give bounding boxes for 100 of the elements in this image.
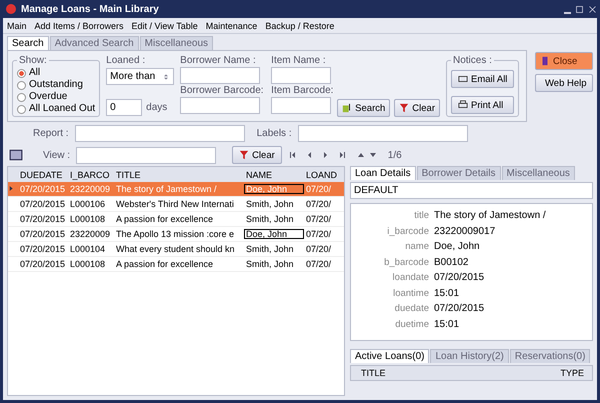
field-label: Borrower Name : — [180, 55, 257, 66]
input-field[interactable] — [180, 97, 260, 114]
column-header[interactable]: NAME — [244, 170, 304, 180]
help-button[interactable]: Web Help — [535, 74, 593, 92]
table-cell-text: 07/20/2015 — [19, 199, 66, 209]
table-cell-text: Webster's Third New Internati — [115, 199, 235, 209]
column-header[interactable]: I_BARCO — [68, 170, 114, 180]
record-count: 1/6 — [388, 150, 402, 160]
table-cell-text: 07/20/2015 — [19, 214, 66, 224]
menu-item[interactable]: Edit / View Table — [132, 20, 198, 30]
notice-button[interactable]: Email All — [450, 70, 514, 88]
input-field[interactable] — [271, 97, 332, 114]
row-pointer-icon — [8, 185, 15, 192]
table-cell-text: 07/20/2015 — [19, 229, 66, 239]
funnel-icon — [239, 150, 250, 160]
input-field[interactable] — [271, 67, 332, 84]
table-cell-text: 07/20/ — [305, 244, 332, 254]
table-cell-text: 07/20/ — [305, 184, 332, 194]
column-header[interactable]: TITLE — [114, 170, 244, 180]
column-header[interactable]: DUEDATE — [18, 170, 68, 180]
printer-icon — [458, 100, 468, 110]
days-spinner[interactable]: 0 — [106, 99, 142, 116]
detail-key: i_barcode — [351, 226, 429, 237]
column-header[interactable]: LOAND — [304, 170, 344, 180]
table-cell: Doe, John — [244, 229, 304, 239]
window-title: Manage Loans - Main Library — [21, 4, 160, 14]
tab[interactable]: Loan Details — [350, 166, 416, 180]
table-row[interactable]: 07/20/2015 23220009 The Apollo 13 mission :core e Doe, John 07/20/ — [8, 227, 344, 242]
notice-button[interactable]: Print All — [450, 96, 514, 114]
field-label: Report : — [33, 128, 69, 138]
menu-item[interactable]: Backup / Restore — [265, 20, 334, 30]
detail-value: 15:01 — [434, 318, 460, 330]
menu-item[interactable]: Add Items / Borrowers — [34, 20, 124, 30]
table-cell-text: A passion for excellence — [115, 259, 214, 269]
clear-button[interactable]: Clear — [232, 146, 282, 164]
close-icon — [588, 4, 597, 14]
labels-dropdown[interactable] — [298, 124, 468, 142]
menu-item[interactable]: Main — [7, 20, 27, 30]
table-cell-text: A passion for excellence — [115, 214, 214, 224]
navigation-icon — [288, 149, 378, 161]
tab[interactable]: Borrower Details — [416, 166, 501, 180]
column-header[interactable]: TITLE — [359, 368, 386, 378]
table-cell-text: Smith, John — [245, 199, 295, 209]
detail-value: B00102 — [434, 256, 470, 268]
field-label: Item Barcode: — [271, 85, 332, 96]
table-cell-text: The Apollo 13 mission :core e — [115, 229, 236, 239]
column-header[interactable]: TYPE — [558, 368, 584, 378]
table-cell-text: 07/20/ — [305, 199, 332, 209]
table-cell-text: Smith, John — [245, 259, 295, 269]
spinner-arrows-icon — [162, 72, 170, 80]
field-label: days — [146, 102, 168, 113]
report-dropdown[interactable] — [74, 124, 245, 142]
detail-value: 07/20/2015 — [434, 272, 486, 284]
detail-key: loantime — [351, 288, 429, 299]
radio-option[interactable]: All — [17, 67, 96, 79]
detail-value: Doe, John — [434, 241, 481, 252]
loaned-dropdown[interactable]: More than — [106, 68, 174, 85]
detail-key: b_barcode — [351, 256, 429, 268]
table-cell-text: Smith, John — [245, 214, 295, 224]
group-label: Show: — [18, 55, 48, 66]
table-cell-text: 07/20/2015 — [19, 184, 66, 194]
close-button[interactable]: Close — [535, 52, 593, 70]
input-field[interactable] — [180, 67, 260, 84]
radio-option[interactable]: Outstanding — [17, 79, 96, 91]
detail-value: 23220009017 — [434, 226, 496, 237]
field-label: Item Name : — [271, 55, 327, 66]
tab[interactable]: Miscellaneous — [502, 166, 575, 180]
radio-option[interactable]: Overdue — [17, 91, 96, 103]
search-button[interactable]: Search — [337, 99, 390, 117]
app-icon — [5, 3, 17, 15]
detail-key: duetime — [351, 318, 429, 330]
table-cell-text: L000108 — [69, 259, 106, 269]
radio-option[interactable]: All Loaned Out — [17, 103, 96, 115]
minimize-icon — [564, 12, 571, 14]
detail-value: 07/20/2015 — [434, 303, 486, 314]
clear-button[interactable]: Clear — [394, 99, 440, 117]
table-cell-text: 23220009 — [69, 184, 112, 194]
table-cell-text: 07/20/2015 — [19, 244, 66, 254]
group-label: Notices : — [452, 55, 493, 66]
table-cell: Doe, John — [244, 184, 304, 194]
detail-key: duedate — [351, 303, 429, 314]
tab[interactable]: Reservations(0) — [510, 349, 590, 363]
table-cell-text: What every student should kn — [115, 244, 236, 254]
tab[interactable]: Active Loans(0) — [350, 349, 430, 363]
detail-value: The story of Jamestown / — [434, 210, 547, 222]
table-cell-text: L000104 — [69, 244, 106, 254]
menu-item[interactable]: Maintenance — [206, 20, 258, 30]
view-dropdown[interactable] — [76, 146, 216, 164]
layout-dropdown[interactable]: DEFAULT — [350, 182, 593, 199]
tab[interactable]: Loan History(2) — [430, 349, 509, 363]
table-cell-text: Smith, John — [245, 244, 295, 254]
tab[interactable]: Advanced Search — [50, 36, 139, 50]
table-cell-text: 23220009 — [69, 229, 112, 239]
funnel-icon — [399, 103, 410, 113]
field-label: View : — [43, 150, 70, 160]
tab[interactable]: Search — [7, 36, 49, 50]
detail-value: 15:01 — [434, 288, 460, 299]
tab[interactable]: Miscellaneous — [140, 36, 214, 50]
table-cell-text: L000108 — [69, 214, 106, 224]
detail-key: title — [351, 210, 429, 222]
